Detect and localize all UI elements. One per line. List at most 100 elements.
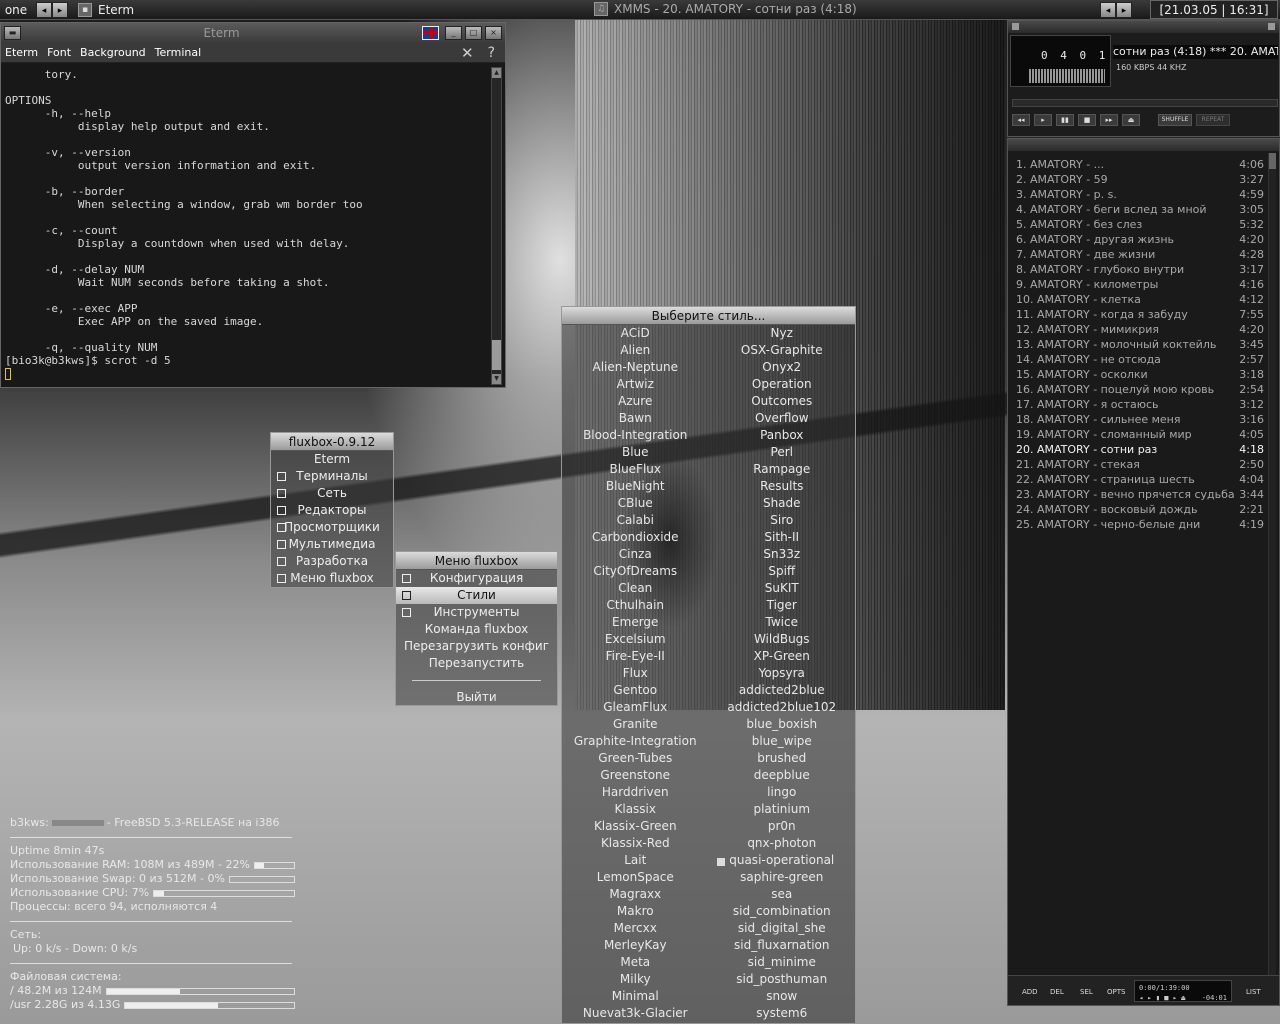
playlist-item[interactable]: 1. AMATORY - ... 4:06	[1016, 157, 1264, 172]
xmms-titlebar[interactable]	[1008, 21, 1279, 33]
playlist-item[interactable]: 4. AMATORY - беги вслед за мной 3:05	[1016, 202, 1264, 217]
style-item[interactable]: pr0n	[709, 818, 856, 835]
style-item[interactable]: Bawn	[562, 410, 709, 427]
prev-window-button[interactable]: ◂	[1100, 2, 1116, 18]
menu-font[interactable]: Font	[47, 46, 71, 59]
style-item[interactable]: Green-Tubes	[562, 750, 709, 767]
style-item[interactable]: Overflow	[709, 410, 856, 427]
fluxbox-menu-item-exit[interactable]: Выйти	[396, 689, 557, 706]
style-item[interactable]: Blue	[562, 444, 709, 461]
style-item[interactable]: Tiger	[709, 597, 856, 614]
style-item[interactable]: SuKIT	[709, 580, 856, 597]
playlist-titlebar[interactable]	[1008, 139, 1279, 151]
playlist-item[interactable]: 23. AMATORY - вечно прячется судьба 3:44	[1016, 487, 1264, 502]
xmms-seek-bar[interactable]	[1012, 99, 1278, 107]
playlist-item[interactable]: 5. AMATORY - без слез 5:32	[1016, 217, 1264, 232]
fluxbox-menu-item-reload-config[interactable]: Перезагрузить конфиг	[396, 638, 557, 655]
style-item[interactable]: qnx-photon	[709, 835, 856, 852]
minimize-button[interactable]: _	[445, 26, 462, 40]
style-item[interactable]: Twice	[709, 614, 856, 631]
playlist-item[interactable]: 19. AMATORY - сломанный мир 4:05	[1016, 427, 1264, 442]
style-item[interactable]: Excelsium	[562, 631, 709, 648]
playlist-item[interactable]: 12. AMATORY - мимикрия 4:20	[1016, 322, 1264, 337]
style-item[interactable]: XP-Green	[709, 648, 856, 665]
next-track-button[interactable]: ▸▸	[1100, 114, 1118, 126]
fluxbox-menu-item-styles[interactable]: Стили	[396, 587, 557, 604]
xmms-close-icon[interactable]	[1268, 23, 1275, 30]
playlist-sel-button[interactable]: SEL	[1080, 988, 1093, 996]
playlist-scrollbar[interactable]	[1268, 153, 1276, 983]
style-item[interactable]: sid_combination	[709, 903, 856, 920]
style-item[interactable]: Outcomes	[709, 393, 856, 410]
playlist-item[interactable]: 25. AMATORY - черно-белые дни 4:19	[1016, 517, 1264, 532]
next-window-button[interactable]: ▸	[1116, 2, 1132, 18]
fluxbox-menu-item-restart[interactable]: Перезапустить	[396, 655, 557, 672]
mini-controls-icon[interactable]: ◂ ▸ ▮ ■ ▸ ⏏	[1139, 994, 1185, 1002]
style-item[interactable]: blue_boxish	[709, 716, 856, 733]
style-item[interactable]: brushed	[709, 750, 856, 767]
playlist-item[interactable]: 7. AMATORY - две жизни 4:28	[1016, 247, 1264, 262]
playlist-item[interactable]: 20. AMATORY - сотни раз 4:18	[1016, 442, 1264, 457]
style-item[interactable]: sid_minime	[709, 954, 856, 971]
style-item[interactable]: WildBugs	[709, 631, 856, 648]
next-workspace-button[interactable]: ▸	[52, 1, 68, 18]
style-item[interactable]: addicted2blue	[709, 682, 856, 699]
root-menu-item-network[interactable]: Сеть	[271, 485, 393, 502]
style-item[interactable]: Klassix-Green	[562, 818, 709, 835]
playlist-item[interactable]: 21. AMATORY - стекая 2:50	[1016, 457, 1264, 472]
root-menu-item-development[interactable]: Разработка	[271, 553, 393, 570]
help-icon[interactable]: ?	[488, 45, 495, 61]
style-item[interactable]: Nuevat3k-Glacier	[562, 1005, 709, 1022]
style-item[interactable]: MerleyKay	[562, 937, 709, 954]
style-item[interactable]: deepblue	[709, 767, 856, 784]
style-item[interactable]: snow	[709, 988, 856, 1005]
style-item[interactable]: Carbondioxide	[562, 529, 709, 546]
style-item[interactable]: Milky	[562, 971, 709, 988]
style-item[interactable]: Shade	[709, 495, 856, 512]
fluxbox-menu-item-tools[interactable]: Инструменты	[396, 604, 557, 621]
window-menu-button[interactable]: ▬	[4, 26, 21, 40]
style-item[interactable]: Magraxx	[562, 886, 709, 903]
maximize-button[interactable]: □	[465, 26, 482, 40]
terminal-scrollbar[interactable]: ▲ ▼	[491, 67, 502, 385]
style-item[interactable]: Minimal	[562, 988, 709, 1005]
style-item[interactable]: Azure	[562, 393, 709, 410]
playlist-item[interactable]: 6. AMATORY - другая жизнь 4:20	[1016, 232, 1264, 247]
pause-button[interactable]: ▮▮	[1056, 114, 1074, 126]
style-item[interactable]: platinium	[709, 801, 856, 818]
style-item[interactable]: Panbox	[709, 427, 856, 444]
style-item[interactable]: Harddriven	[562, 784, 709, 801]
style-item[interactable]: BlueFlux	[562, 461, 709, 478]
style-item[interactable]: Meta	[562, 954, 709, 971]
style-item[interactable]: quasi-operational	[709, 852, 856, 869]
play-button[interactable]: ▸	[1034, 114, 1052, 126]
style-item[interactable]: Granite	[562, 716, 709, 733]
terminal-output[interactable]: tory. OPTIONS -h, --help display help out…	[5, 68, 491, 386]
keyboard-layout-flag-icon[interactable]	[422, 26, 439, 40]
playlist-add-button[interactable]: ADD	[1022, 988, 1038, 996]
style-item[interactable]: LemonSpace	[562, 869, 709, 886]
playlist-item[interactable]: 9. AMATORY - километры 4:16	[1016, 277, 1264, 292]
style-item[interactable]: sid_digital_she	[709, 920, 856, 937]
style-item[interactable]: Sith-II	[709, 529, 856, 546]
root-menu-item-multimedia[interactable]: Мультимедиа	[271, 536, 393, 553]
stop-button[interactable]: ■	[1078, 114, 1096, 126]
style-item[interactable]: CityOfDreams	[562, 563, 709, 580]
xmms-visualizer[interactable]	[1029, 69, 1105, 83]
style-item[interactable]: sid_posthuman	[709, 971, 856, 988]
style-item[interactable]: Flux	[562, 665, 709, 682]
style-item[interactable]: Clean	[562, 580, 709, 597]
style-item[interactable]: Alien-Neptune	[562, 359, 709, 376]
playlist-item[interactable]: 15. AMATORY - осколки 3:18	[1016, 367, 1264, 382]
close-icon[interactable]: ✕	[461, 44, 474, 62]
style-item[interactable]: Rampage	[709, 461, 856, 478]
style-item[interactable]: Spiff	[709, 563, 856, 580]
style-item[interactable]: Blood-Integration	[562, 427, 709, 444]
style-item[interactable]: Mercxx	[562, 920, 709, 937]
style-item[interactable]: Alien	[562, 342, 709, 359]
scroll-up-icon[interactable]: ▲	[492, 68, 501, 78]
style-item[interactable]: Graphite-Integration	[562, 733, 709, 750]
eject-button[interactable]: ⏏	[1122, 114, 1140, 126]
playlist-item[interactable]: 22. AMATORY - страница шесть 4:04	[1016, 472, 1264, 487]
root-menu-item-terminals[interactable]: Терминалы	[271, 468, 393, 485]
